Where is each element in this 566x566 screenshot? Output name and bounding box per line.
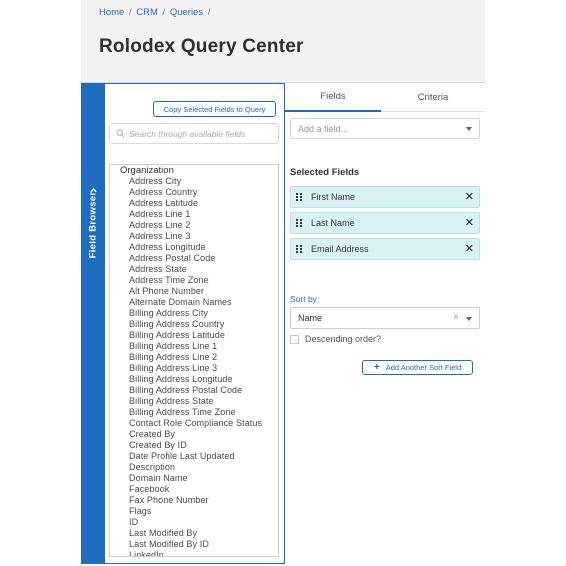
tab-criteria[interactable]: Criteria [381, 83, 485, 112]
field-search-input[interactable] [129, 128, 269, 139]
drag-handle-icon[interactable] [296, 244, 302, 254]
field-list-item[interactable]: LinkedIn [110, 550, 278, 556]
field-list-item[interactable]: Facebook [110, 484, 278, 495]
field-list-item[interactable]: Billing Address Line 2 [110, 352, 278, 363]
field-list-item[interactable]: ID [110, 517, 278, 528]
drag-handle-icon[interactable] [296, 192, 302, 202]
field-list-item[interactable]: Alt Phone Number [110, 286, 278, 297]
sort-by-value: Name [298, 313, 323, 323]
field-browser-label: Field Browser [87, 191, 99, 259]
breadcrumb-separator: / [207, 7, 211, 18]
add-field-placeholder: Add a field... [298, 123, 349, 134]
field-list-item[interactable]: Address Country [110, 187, 278, 198]
field-list-item[interactable]: Billing Address Time Zone [110, 407, 278, 418]
chevron-down-icon [466, 317, 472, 321]
field-list-item[interactable]: Address Line 2 [110, 220, 278, 231]
field-list-item[interactable]: Billing Address Postal Code [110, 385, 278, 396]
field-list-item[interactable]: Created By [110, 429, 278, 440]
field-group-organization[interactable]: Organization [110, 165, 278, 176]
field-list-item[interactable]: Address Postal Code [110, 253, 278, 264]
field-list-item[interactable]: Billing Address Line 3 [110, 363, 278, 374]
query-builder-card: Field Browser Copy Selected Fields to Qu… [81, 82, 485, 566]
page-title: Rolodex Query Center [99, 36, 304, 57]
field-list-item[interactable]: Flags [110, 506, 278, 517]
sort-by-select[interactable]: Name × [290, 307, 480, 329]
field-list-item[interactable]: Address Line 1 [110, 209, 278, 220]
field-list-item[interactable]: Billing Address Country [110, 319, 278, 330]
field-list-item[interactable]: Billing Address Longitude [110, 374, 278, 385]
selected-field-first-name[interactable]: First Name ✕ [290, 186, 480, 208]
copy-selected-fields-button[interactable]: Copy Selected Fields to Query [153, 101, 276, 117]
descending-order-row: Descending order? [290, 334, 381, 344]
remove-field-icon[interactable]: ✕ [465, 217, 474, 229]
selected-field-label: Last Name [311, 218, 355, 228]
descending-order-checkbox[interactable] [290, 334, 299, 344]
breadcrumb-crm[interactable]: CRM [136, 7, 158, 18]
add-field-select[interactable]: Add a field... [290, 118, 480, 139]
drag-handle-icon[interactable] [296, 218, 302, 228]
clear-icon[interactable]: × [453, 312, 459, 323]
breadcrumb-separator: / [128, 7, 132, 18]
breadcrumb: Home / CRM / Queries / [99, 7, 212, 18]
field-list-item[interactable]: Fax Phone Number [110, 495, 278, 506]
field-list-item[interactable]: Address Time Zone [110, 275, 278, 286]
field-list-item[interactable]: Address City [110, 176, 278, 187]
field-list-item[interactable]: Date Profile Last Updated [110, 451, 278, 462]
field-list-item[interactable]: Domain Name [110, 473, 278, 484]
field-list-item[interactable]: Address Latitude [110, 198, 278, 209]
add-another-sort-field-button[interactable]: + Add Another Sort Field [362, 360, 473, 375]
field-browser-panel: Copy Selected Fields to Query Organizati… [105, 83, 285, 564]
selected-field-label: Email Address [311, 244, 369, 254]
selected-field-email-address[interactable]: Email Address ✕ [290, 238, 480, 260]
remove-field-icon[interactable]: ✕ [465, 243, 474, 255]
field-list-item[interactable]: Last Modified By ID [110, 539, 278, 550]
field-list-item[interactable]: Last Modified By [110, 528, 278, 539]
field-list-item[interactable]: Billing Address Latitude [110, 330, 278, 341]
field-list-item[interactable]: Billing Address City [110, 308, 278, 319]
field-list-item[interactable]: Created By ID [110, 440, 278, 451]
plus-icon: + [373, 361, 380, 373]
page: Home / CRM / Queries / Rolodex Query Cen… [81, 0, 485, 566]
field-list-item[interactable]: Address Longitude [110, 242, 278, 253]
field-list-item[interactable]: Alternate Domain Names [110, 297, 278, 308]
field-list-item[interactable]: Contact Role Compliance Status [110, 418, 278, 429]
field-list-item[interactable]: Billing Address Line 1 [110, 341, 278, 352]
breadcrumb-separator: / [162, 7, 166, 18]
tab-fields[interactable]: Fields [285, 83, 381, 112]
remove-field-icon[interactable]: ✕ [465, 191, 474, 203]
selected-fields-title: Selected Fields [290, 167, 360, 178]
add-sort-label: Add Another Sort Field [385, 363, 462, 372]
selected-field-label: First Name [311, 192, 356, 202]
breadcrumb-queries[interactable]: Queries [170, 7, 203, 18]
search-icon [116, 125, 125, 143]
field-list-item[interactable]: Description [110, 462, 278, 473]
field-list-item[interactable]: Address State [110, 264, 278, 275]
breadcrumb-home[interactable]: Home [99, 7, 124, 18]
field-list-item[interactable]: Address Line 3 [110, 231, 278, 242]
chevron-down-icon [466, 127, 472, 131]
descending-order-label: Descending order? [305, 334, 382, 344]
field-browser-toggle[interactable]: Field Browser [81, 83, 105, 564]
tab-bar: Fields Criteria [285, 83, 485, 112]
field-list-item[interactable]: Billing Address State [110, 396, 278, 407]
sort-by-label: Sort by: [290, 294, 320, 304]
selected-field-last-name[interactable]: Last Name ✕ [290, 212, 480, 234]
field-list[interactable]: Organization Address City Address Country… [109, 164, 279, 557]
field-search-box [109, 123, 279, 144]
